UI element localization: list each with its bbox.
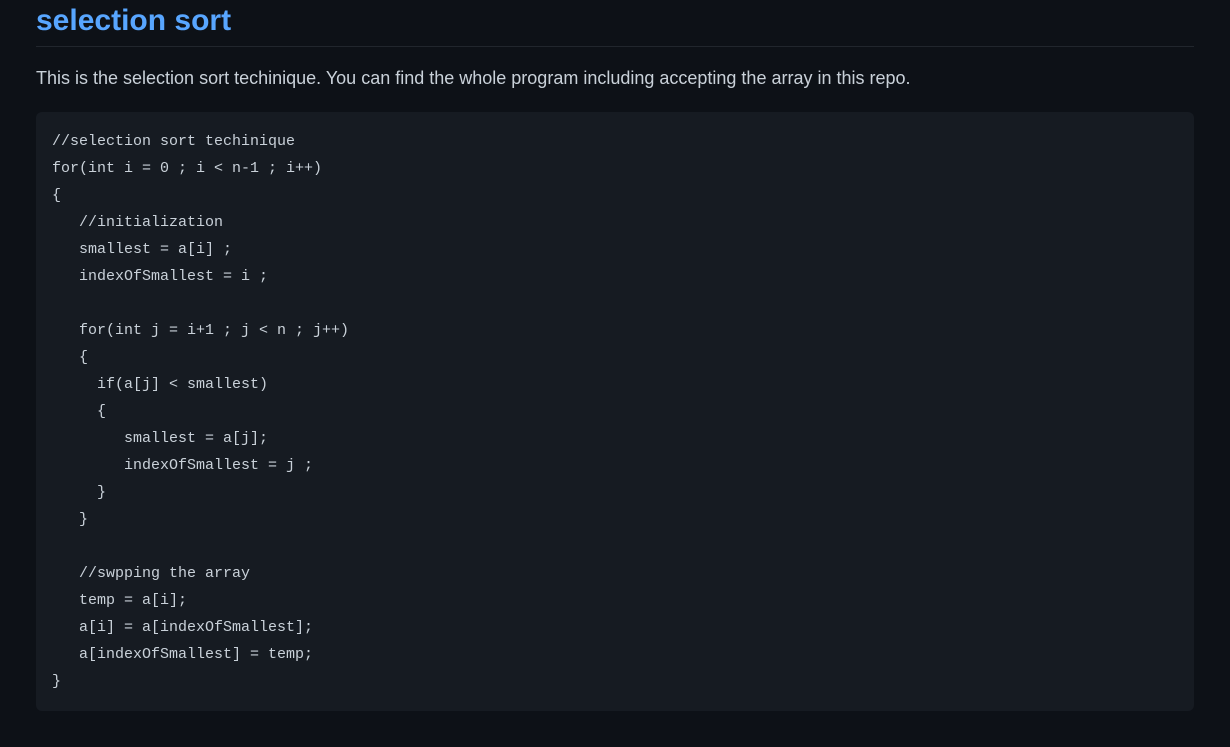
section-description: This is the selection sort techinique. Y… bbox=[36, 65, 1194, 92]
code-block: //selection sort techinique for(int i = … bbox=[36, 112, 1194, 711]
readme-content: selection sort This is the selection sor… bbox=[0, 0, 1230, 747]
section-heading: selection sort bbox=[36, 0, 1194, 47]
code-content: //selection sort techinique for(int i = … bbox=[52, 128, 1178, 695]
